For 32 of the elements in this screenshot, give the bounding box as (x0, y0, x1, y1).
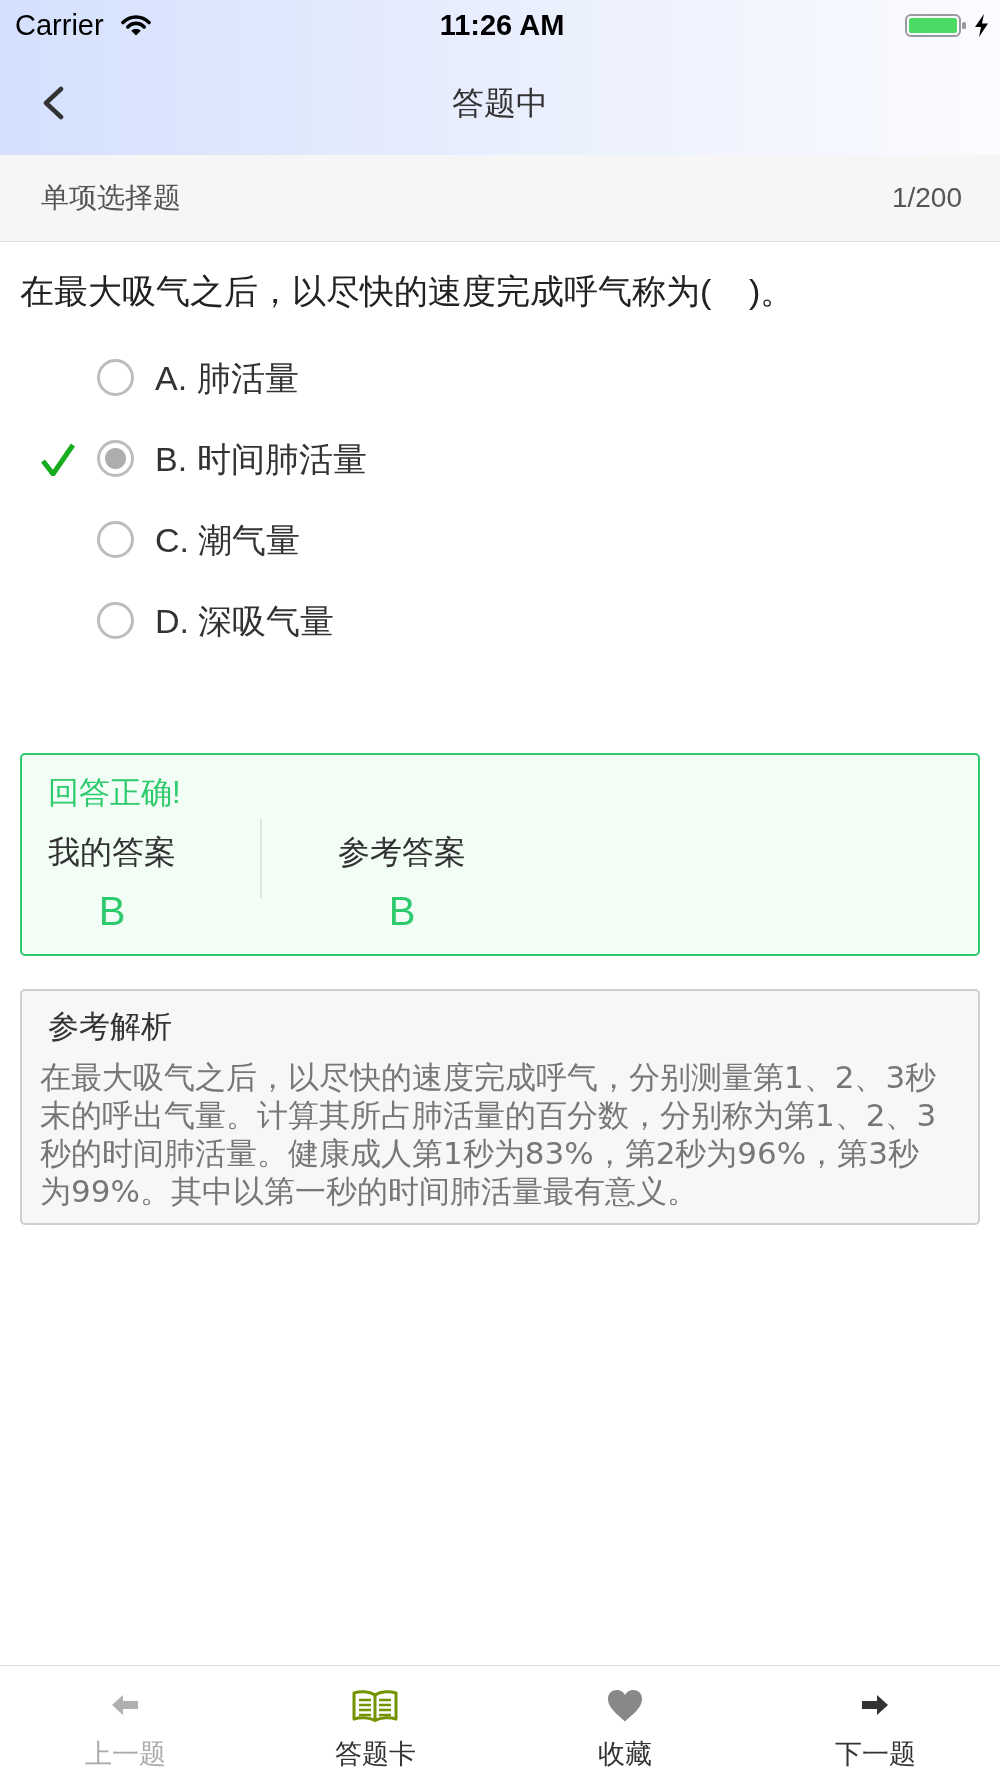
answer-value: B (388, 890, 416, 932)
page-title: 答题中 (452, 83, 548, 123)
right-arrow-icon (862, 1695, 888, 1715)
book-icon (352, 1688, 398, 1722)
battery-icon (905, 13, 966, 37)
analysis-title: 参考解析 (47, 1008, 173, 1046)
radio-button[interactable] (97, 440, 134, 477)
radio-button[interactable] (97, 602, 134, 639)
answer-label: 参考答案 (338, 834, 466, 870)
answer-card-button[interactable]: 答题卡 (250, 1666, 500, 1778)
answer-value: B (98, 890, 126, 932)
next-question-button[interactable]: 下一题 (750, 1666, 1000, 1778)
question-number: 1/200 (891, 181, 962, 215)
result-verdict: 回答正确! (48, 774, 182, 812)
status-time: 11:26 AM (439, 8, 565, 42)
question-text: 在最大吸气之后，以尽快的速度完成呼气称为( )。 (19, 271, 796, 312)
radio-button[interactable] (97, 521, 134, 558)
question-type: 单项选择题 (41, 181, 181, 215)
option-text[interactable]: A. 肺活量 (155, 355, 299, 400)
charging-bolt-icon (974, 13, 989, 37)
heart-icon (607, 1688, 643, 1722)
favorite-button[interactable]: 收藏 (500, 1666, 750, 1778)
wifi-icon (120, 14, 151, 36)
analysis-text: 在最大吸气之后，以尽快的速度完成呼气，分别测量第1、2、3秒末的呼出气量。计算其所占肺活量的百分数，分别称为第1、2、3秒的时间肺活量。健康成人第1秒为83%，第2秒为96%，第3秒为99%。其中以第一秒的时间肺活量最有意义。 (40, 1058, 938, 1210)
option-text[interactable]: D. 深吸气量 (155, 598, 335, 643)
option-text[interactable]: C. 潮气量 (155, 517, 301, 562)
answer-label: 我的答案 (48, 834, 176, 870)
carrier-name: Carrier (15, 8, 104, 42)
radio-button[interactable] (97, 359, 134, 396)
option-text[interactable]: B. 时间肺活量 (155, 436, 367, 481)
back-icon[interactable] (41, 85, 65, 120)
left-arrow-icon (112, 1695, 138, 1715)
